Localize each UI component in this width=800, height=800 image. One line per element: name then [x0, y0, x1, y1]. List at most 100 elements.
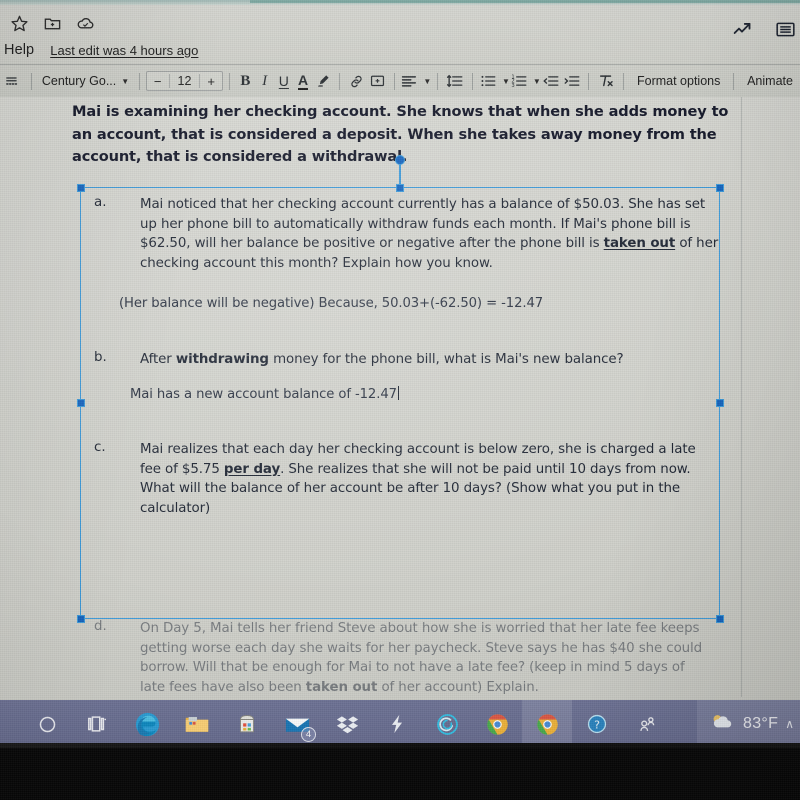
font-size-input[interactable]: 12	[168, 74, 201, 88]
screen-photo: Help Last edit was 4 hours ago Century G…	[0, 0, 800, 800]
question-c-text: Mai realizes that each day her checking …	[140, 440, 719, 518]
resize-handle-top-left[interactable]	[76, 183, 85, 192]
bold-label: B	[240, 72, 251, 89]
format-options-button[interactable]: Format options	[630, 68, 727, 94]
question-d-text: On Day 5, Mai tells her friend Steve abo…	[140, 619, 704, 697]
font-family-selector[interactable]: Century Go... ▼	[38, 68, 133, 94]
question-b-part-3: money for the phone bill, what is Mai's …	[268, 352, 624, 367]
font-size-decrease-button[interactable]: −	[147, 74, 169, 89]
cortana-icon[interactable]	[22, 700, 72, 748]
menu-item-help[interactable]: Help	[4, 42, 34, 58]
bulleted-list-icon[interactable]: ▼	[479, 68, 510, 94]
numbered-list-icon[interactable]: 1 2 3 ▼	[510, 68, 541, 94]
slide-right-edge	[741, 97, 742, 697]
monitor-bezel-edge	[0, 743, 800, 748]
window-top-accent	[250, 0, 800, 3]
question-b-text: After withdrawing money for the phone bi…	[140, 350, 624, 370]
toolbar-divider	[31, 72, 32, 90]
question-b-answer: Mai has a new account balance of -12.47	[130, 385, 724, 404]
people-icon[interactable]	[622, 700, 672, 748]
animate-button[interactable]: Animate	[740, 68, 800, 94]
dropbox-icon[interactable]	[322, 700, 372, 748]
task-view-icon[interactable]	[72, 700, 122, 748]
font-size-stepper[interactable]: − 12 +	[145, 71, 223, 91]
file-explorer-icon[interactable]	[172, 700, 222, 748]
question-b-label: b.	[94, 350, 107, 365]
decrease-indent-icon[interactable]	[541, 68, 562, 94]
last-edit-status[interactable]: Last edit was 4 hours ago	[50, 43, 198, 58]
panel-icon[interactable]	[775, 19, 796, 45]
svg-text:3: 3	[511, 83, 514, 89]
resize-handle-top-right[interactable]	[715, 183, 724, 192]
help-icon[interactable]: ?	[572, 700, 622, 748]
resize-handle-top-center[interactable]	[395, 183, 404, 192]
toolbar-right-icons	[732, 19, 796, 45]
question-d-part-2: taken out	[305, 679, 378, 695]
line-spacing-icon[interactable]	[444, 68, 466, 94]
chevron-down-icon: ▼	[423, 76, 432, 86]
slide-intro-text: Mai is examining her checking account. S…	[72, 103, 729, 165]
mail-icon[interactable]: 4	[272, 700, 322, 748]
tray-expand-icon[interactable]: ∧	[785, 717, 794, 731]
question-a[interactable]: a. Mai noticed that her checking account…	[94, 195, 724, 313]
star-icon[interactable]	[10, 14, 29, 33]
italic-button[interactable]: I	[255, 68, 274, 94]
question-b-part-2: withdrawing	[175, 352, 269, 367]
text-style-icon[interactable]	[0, 68, 25, 94]
move-to-folder-icon[interactable]	[43, 14, 62, 33]
question-b-part-1: After	[140, 352, 176, 367]
chevron-down-icon: ▼	[532, 76, 541, 86]
lightning-icon[interactable]	[372, 700, 422, 748]
question-d-part-3: of her account) Explain.	[377, 679, 539, 695]
underline-button[interactable]: U	[274, 68, 293, 94]
mail-unread-badge: 4	[301, 727, 316, 742]
menu-bar: Help Last edit was 4 hours ago	[0, 38, 800, 62]
doc-title-icons	[10, 14, 95, 33]
toolbar-divider	[229, 72, 230, 90]
cloud-sun-icon[interactable]	[709, 711, 736, 737]
align-left-icon[interactable]: ▼	[400, 68, 431, 94]
monitor-bezel	[0, 748, 800, 800]
clear-formatting-icon[interactable]	[595, 68, 617, 94]
toolbar-divider	[393, 72, 395, 90]
trend-arrow-icon[interactable]	[732, 19, 753, 45]
toolbar-divider	[733, 72, 735, 90]
chrome-icon[interactable]	[472, 700, 522, 748]
text-color-button[interactable]: A	[293, 68, 312, 94]
resize-handle-middle-left[interactable]	[76, 398, 85, 407]
font-family-value: Century Go...	[41, 74, 117, 88]
question-c[interactable]: c. Mai realizes that each day her checki…	[94, 440, 719, 518]
toolbar-divider	[588, 72, 590, 90]
question-d[interactable]: d. On Day 5, Mai tells her friend Steve …	[94, 619, 704, 697]
insert-link-icon[interactable]	[346, 68, 367, 94]
microsoft-store-icon[interactable]	[222, 700, 272, 748]
toolbar-divider	[139, 72, 140, 90]
svg-text:?: ?	[594, 719, 600, 732]
circle-c-icon[interactable]	[422, 700, 472, 748]
add-comment-icon[interactable]	[367, 68, 388, 94]
cloud-saved-icon[interactable]	[76, 14, 95, 33]
bold-button[interactable]: B	[236, 68, 255, 94]
question-d-label: d.	[94, 619, 107, 634]
toolbar-divider	[472, 72, 473, 90]
question-a-text: Mai noticed that her checking account cu…	[140, 195, 724, 273]
question-c-label: c.	[94, 440, 106, 455]
slide-canvas[interactable]: Mai is examining her checking account. S…	[0, 97, 800, 717]
weather-temperature[interactable]: 83°F	[743, 715, 778, 733]
question-c-part-2: per day	[223, 461, 281, 477]
chevron-down-icon: ▼	[502, 76, 510, 86]
italic-label: I	[262, 72, 268, 89]
font-size-increase-button[interactable]: +	[200, 74, 222, 89]
microsoft-edge-icon[interactable]	[122, 700, 172, 748]
google-slides-chrome: Help Last edit was 4 hours ago Century G…	[0, 5, 800, 97]
chrome-icon-2[interactable]	[522, 700, 572, 748]
highlight-pen-icon[interactable]	[313, 68, 334, 94]
question-b[interactable]: b. After withdrawing money for the phone…	[94, 350, 724, 404]
text-cursor	[397, 385, 400, 400]
resize-handle-bottom-right[interactable]	[715, 614, 724, 623]
increase-indent-icon[interactable]	[562, 68, 583, 94]
toolbar-divider	[437, 72, 439, 90]
system-tray: 83°F ∧	[697, 700, 800, 748]
text-color-label: A	[298, 71, 309, 90]
resize-handle-bottom-left[interactable]	[76, 614, 85, 623]
